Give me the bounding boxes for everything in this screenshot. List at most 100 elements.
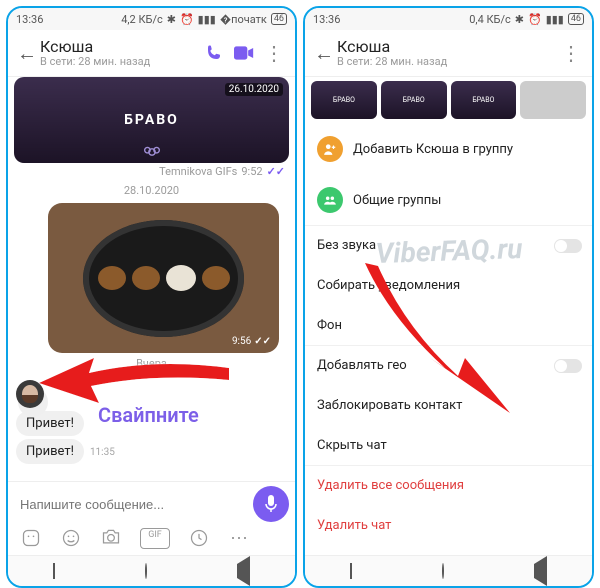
signal-icon: ▮▮▮ xyxy=(198,13,216,26)
sticker-icon xyxy=(21,528,41,548)
alarm-icon: ⏰ xyxy=(180,13,194,26)
nav-back[interactable] xyxy=(237,564,250,578)
emoji-button[interactable] xyxy=(60,528,82,549)
nav-home[interactable] xyxy=(145,564,147,578)
menu-label: Удалить чат xyxy=(317,518,391,533)
menu-common-groups[interactable]: Общие группы xyxy=(305,174,592,225)
message-input[interactable] xyxy=(18,496,245,513)
gif-button[interactable]: GIF xyxy=(140,528,170,549)
arrow-left-icon: ← xyxy=(17,41,37,66)
back-button[interactable]: ← xyxy=(311,41,337,66)
menu-label: Добавлять гео xyxy=(317,358,407,373)
last-seen: В сети: 28 мин. назад xyxy=(40,56,199,68)
bluetooth-icon: ✱ xyxy=(167,13,176,26)
status-bar: 13:36 4,2 КБ/с ✱ ⏰ ▮▮▮ �початк 46 xyxy=(8,8,295,30)
media-time: 9:52 xyxy=(241,165,262,178)
back-button[interactable]: ← xyxy=(14,41,40,66)
attach-toolbar: GIF ⋯ xyxy=(8,524,295,555)
phone-icon xyxy=(205,44,223,62)
nav-recent[interactable] xyxy=(350,564,352,578)
message-bubble[interactable]: Привет! xyxy=(16,439,84,464)
thumb[interactable]: БРАВО xyxy=(381,81,447,119)
menu-label: Добавить Ксюша в группу xyxy=(353,142,513,157)
camera-icon xyxy=(101,528,121,546)
battery-badge: 46 xyxy=(568,13,584,25)
toggle[interactable] xyxy=(554,239,582,253)
photo-time: 9:56 xyxy=(232,336,251,347)
emoji-icon xyxy=(61,528,81,548)
stage: 13:36 4,2 КБ/с ✱ ⏰ ▮▮▮ �початк 46 ← Ксюш… xyxy=(0,0,600,588)
contact-name: Ксюша xyxy=(40,38,199,56)
nav-home[interactable] xyxy=(442,564,444,578)
wifi-icon: �початк xyxy=(220,13,267,26)
media-title: БРАВО xyxy=(124,112,179,128)
menu-label: Фон xyxy=(317,318,342,333)
history-button[interactable] xyxy=(188,528,210,549)
menu-label: Общие группы xyxy=(353,193,441,208)
android-nav xyxy=(305,555,592,586)
read-ticks-icon: ✓✓ xyxy=(267,165,285,178)
circle-icon xyxy=(442,563,444,579)
status-bar: 13:36 0,4 КБ/с ✱ ⏰ ▮▮▮ 46 xyxy=(305,8,592,30)
phone-right: 13:36 0,4 КБ/с ✱ ⏰ ▮▮▮ 46 ← Ксюша В сети… xyxy=(303,6,594,588)
media-source: Temnikova GIFs xyxy=(159,165,237,178)
more-button[interactable]: ⋮ xyxy=(259,41,289,65)
date-chip: 28.10.2020 xyxy=(124,184,179,197)
read-ticks-icon: ✓✓ xyxy=(254,336,271,347)
annotation-swipe: Свайпните xyxy=(98,403,199,427)
more-icon: ⋮ xyxy=(561,41,581,65)
arrow-left-icon: ← xyxy=(314,41,334,66)
thumb[interactable] xyxy=(520,81,586,119)
menu-add-to-group[interactable]: Добавить Ксюша в группу xyxy=(305,123,592,174)
mic-button[interactable] xyxy=(253,486,289,522)
triangle-icon xyxy=(237,556,250,586)
add-user-icon xyxy=(317,136,343,162)
status-time: 13:36 xyxy=(313,13,340,26)
signal-icon: ▮▮▮ xyxy=(546,13,564,26)
photo-message[interactable]: 9:56✓✓ xyxy=(48,203,279,353)
thumb[interactable]: БРАВО xyxy=(451,81,517,119)
nav-back[interactable] xyxy=(534,564,547,578)
chat-header: ← Ксюша В сети: 28 мин. назад ⋮ xyxy=(8,30,295,77)
media-caption: Temnikova GIFs 9:52 ✓✓ xyxy=(8,163,295,180)
mic-icon xyxy=(264,495,278,513)
video-icon xyxy=(234,46,254,60)
more-attach-button[interactable]: ⋯ xyxy=(228,528,250,549)
shared-media[interactable]: 26.10.2020 БРАВО xyxy=(14,77,289,163)
menu-block-contact[interactable]: Заблокировать контакт xyxy=(305,385,592,425)
media-thumbs: БРАВО БРАВО БРАВО xyxy=(305,77,592,123)
triangle-icon xyxy=(534,556,547,586)
phone-left: 13:36 4,2 КБ/с ✱ ⏰ ▮▮▮ �початк 46 ← Ксюш… xyxy=(6,6,297,588)
header-titles[interactable]: Ксюша В сети: 28 мин. назад xyxy=(337,38,556,68)
avatar[interactable] xyxy=(16,380,44,408)
menu-geo[interactable]: Добавлять гео xyxy=(305,345,592,385)
status-net: 4,2 КБ/с xyxy=(121,13,163,26)
more-button[interactable]: ⋮ xyxy=(556,41,586,65)
menu-delete-messages[interactable]: Удалить все сообщения xyxy=(305,465,592,505)
header-titles[interactable]: Ксюша В сети: 28 мин. назад xyxy=(40,38,199,68)
android-nav xyxy=(8,555,295,586)
square-icon xyxy=(350,563,352,579)
call-button[interactable] xyxy=(199,44,229,62)
menu-label: Собирать уведомления xyxy=(317,278,460,293)
menu-label: Удалить все сообщения xyxy=(317,478,464,493)
menu-background[interactable]: Фон xyxy=(305,305,592,345)
media-date: 26.10.2020 xyxy=(225,83,283,96)
battery-badge: 46 xyxy=(271,13,287,25)
menu-delete-chat[interactable]: Удалить чат xyxy=(305,505,592,545)
contact-name: Ксюша xyxy=(337,38,556,56)
nav-recent[interactable] xyxy=(53,564,55,578)
menu-collect-notif[interactable]: Собирать уведомления xyxy=(305,265,592,305)
menu-label: Скрыть чат xyxy=(317,438,387,453)
bluetooth-icon: ✱ xyxy=(515,13,524,26)
sticker-button[interactable] xyxy=(20,528,42,549)
menu-label: Заблокировать контакт xyxy=(317,398,462,413)
menu-hide-chat[interactable]: Скрыть чат xyxy=(305,425,592,465)
status-time: 13:36 xyxy=(16,13,43,26)
thumb[interactable]: БРАВО xyxy=(311,81,377,119)
camera-button[interactable] xyxy=(100,528,122,549)
last-seen: В сети: 28 мин. назад xyxy=(337,56,556,68)
video-button[interactable] xyxy=(229,46,259,60)
toggle[interactable] xyxy=(554,359,582,373)
message-time: 11:35 xyxy=(90,447,115,458)
